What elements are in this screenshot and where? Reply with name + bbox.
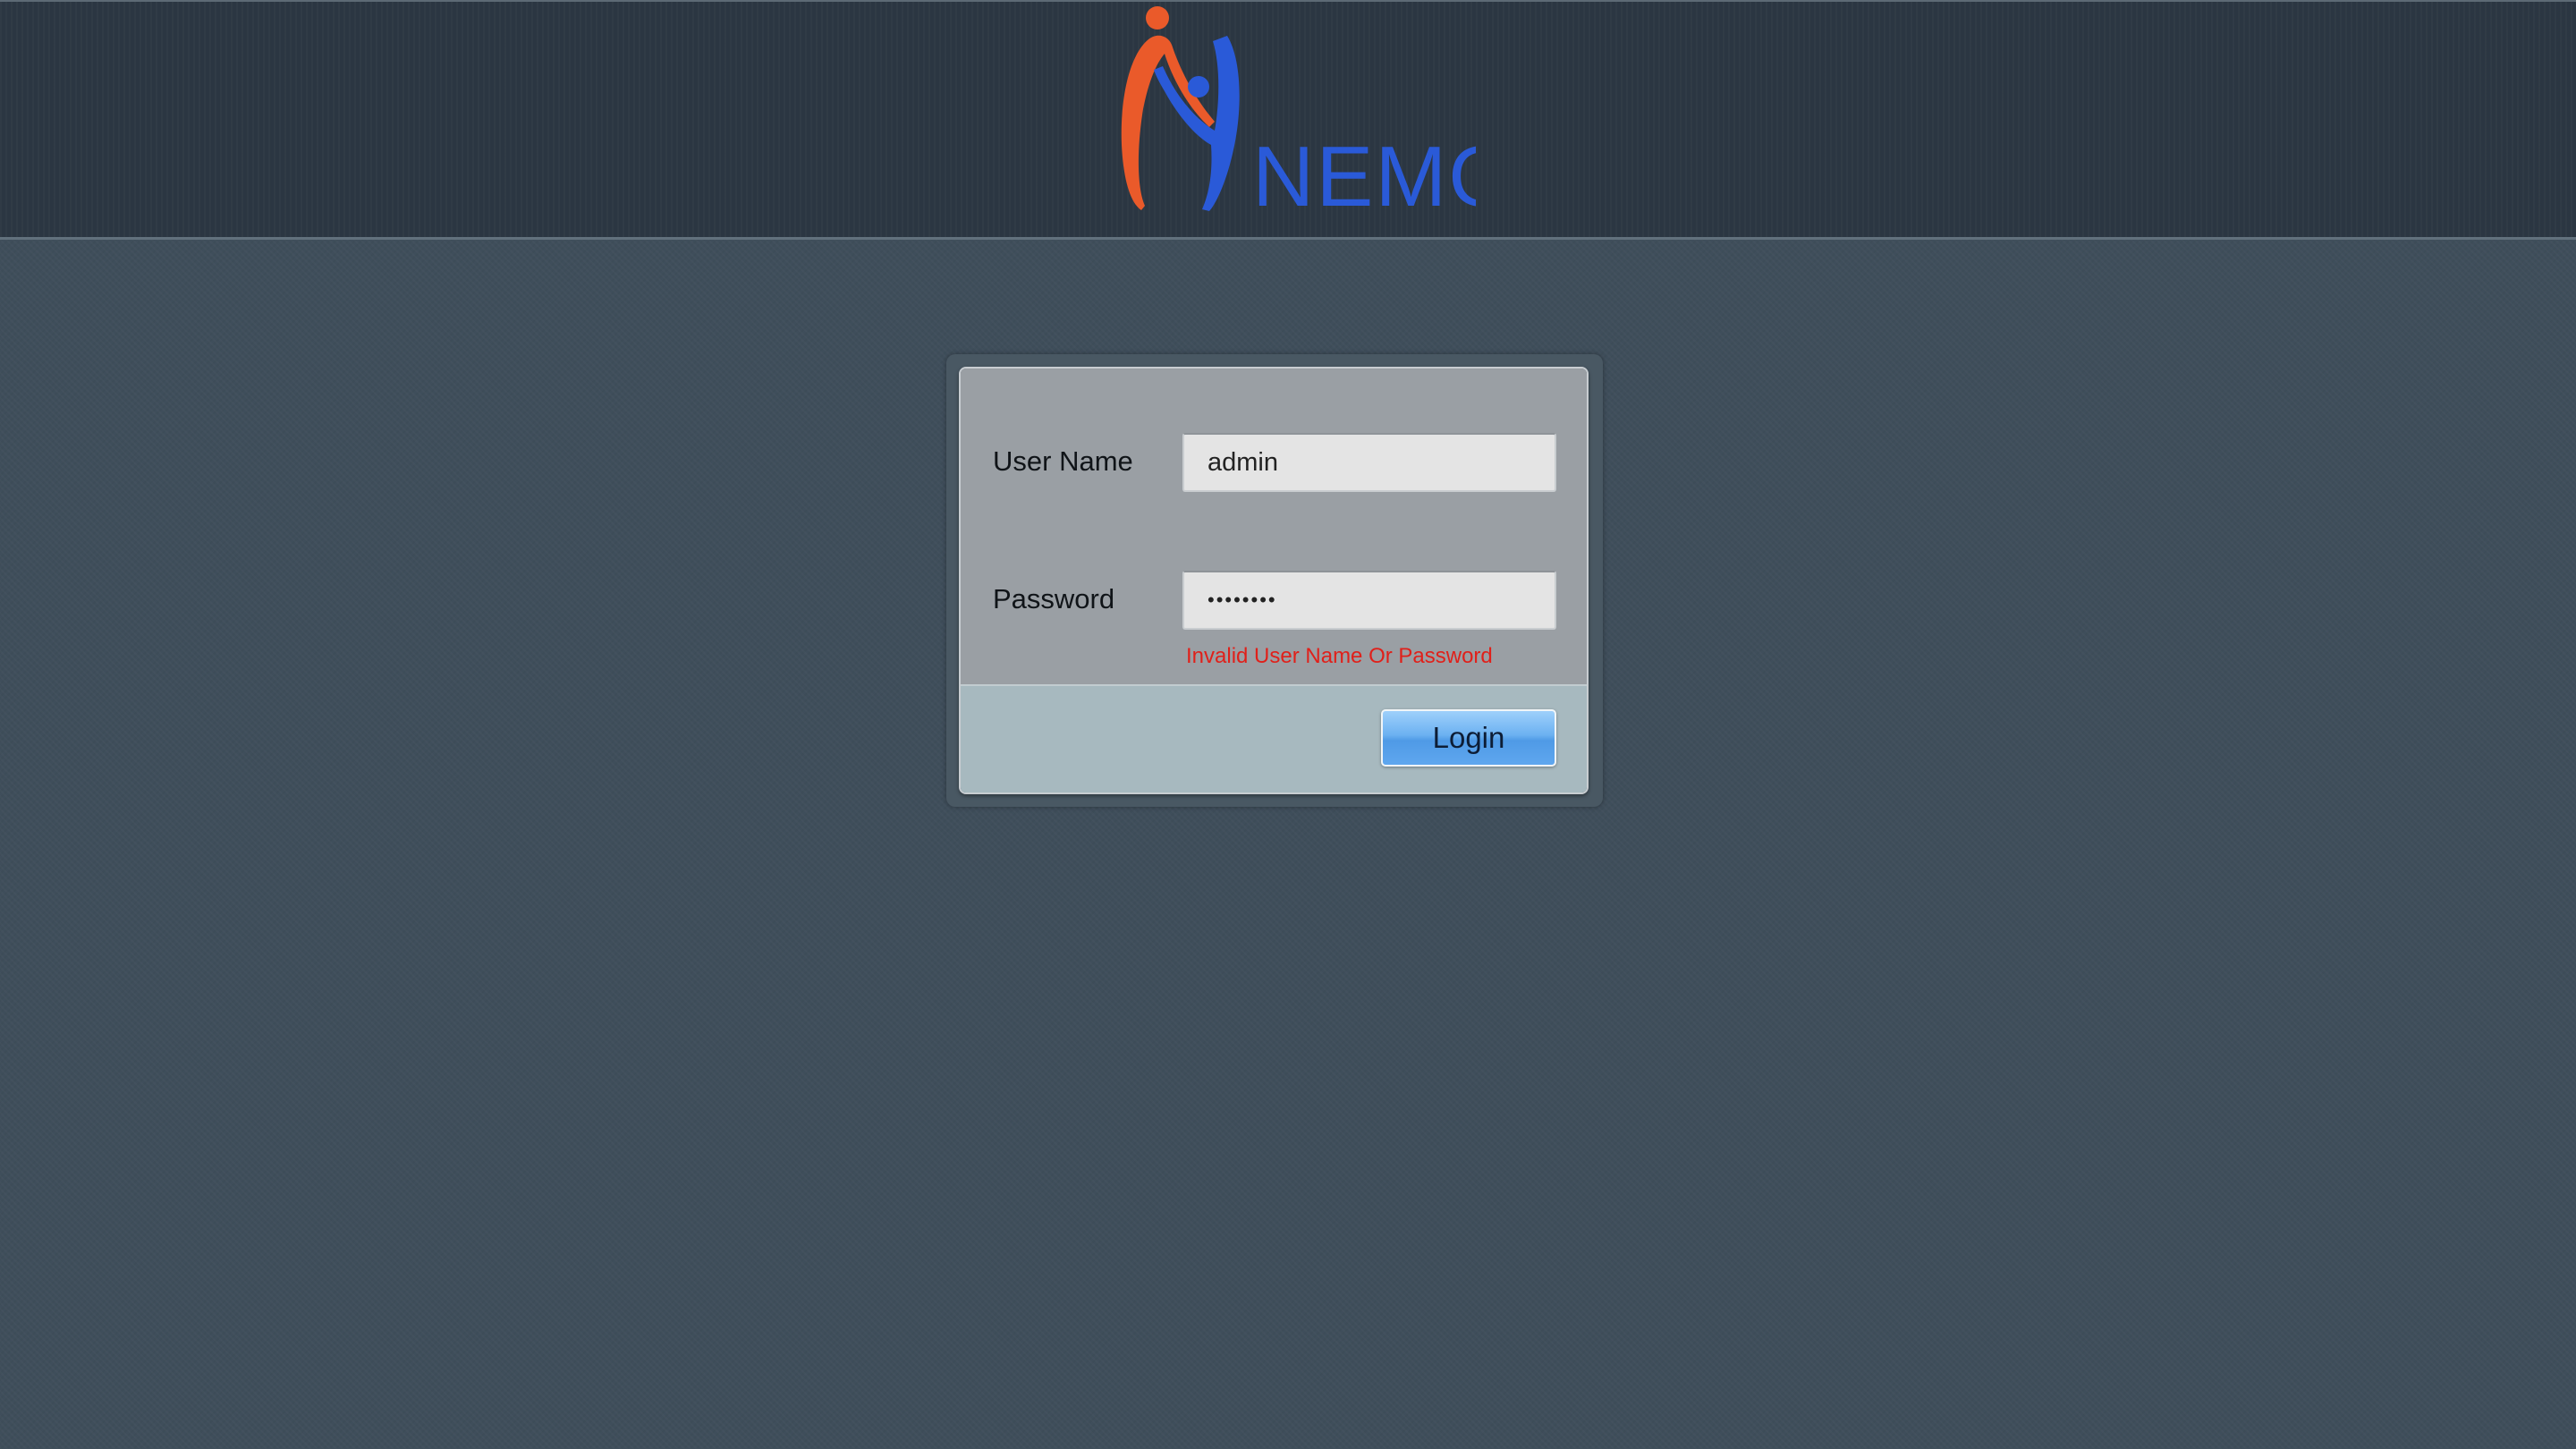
username-input[interactable] bbox=[1182, 433, 1556, 492]
login-button[interactable]: Login bbox=[1381, 709, 1556, 767]
login-footer: Login bbox=[961, 684, 1587, 792]
svg-text:NEMO: NEMO bbox=[1252, 129, 1476, 221]
login-form: User Name Password Invalid User Name Or … bbox=[961, 369, 1587, 684]
login-panel: User Name Password Invalid User Name Or … bbox=[959, 367, 1589, 794]
nemo-logo-icon: NEMO bbox=[1121, 6, 1476, 221]
password-label: Password bbox=[993, 583, 1115, 614]
username-label: User Name bbox=[993, 445, 1133, 477]
app-header: NEMO bbox=[0, 0, 2576, 240]
password-input[interactable] bbox=[1182, 571, 1556, 630]
error-message: Invalid User Name Or Password bbox=[1186, 644, 1493, 668]
